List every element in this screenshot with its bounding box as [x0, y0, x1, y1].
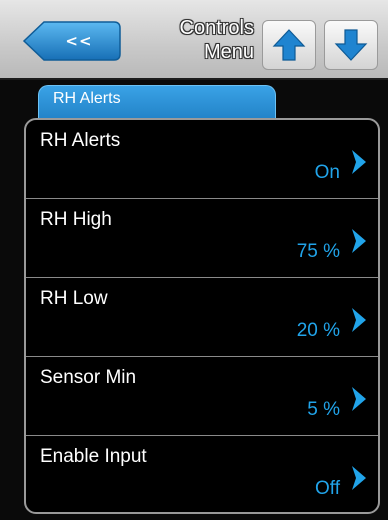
settings-list: RH Alerts On RH High 75 % RH Low 20 % Se…: [24, 118, 380, 514]
chevron-right-icon: [352, 150, 366, 174]
back-button-label: <<: [65, 32, 93, 50]
scroll-up-button[interactable]: [262, 20, 316, 70]
row-label: RH High: [40, 209, 112, 230]
title-line-2: Menu: [203, 41, 254, 63]
row-label: RH Alerts: [40, 130, 121, 151]
chevron-right-icon: [352, 229, 366, 253]
header-bar: << Controls Menu: [0, 0, 388, 80]
chevron-right-icon: [352, 387, 366, 411]
row-value: 20 %: [296, 320, 340, 341]
up-arrow-icon: [272, 29, 306, 61]
row-value: Off: [315, 478, 340, 499]
list-item-rh-alerts[interactable]: RH Alerts On: [26, 120, 378, 199]
row-value: On: [314, 162, 340, 183]
list-item-rh-low[interactable]: RH Low 20 %: [26, 278, 378, 357]
down-arrow-icon: [334, 29, 368, 61]
list-item-sensor-min[interactable]: Sensor Min 5 %: [26, 357, 378, 436]
tab-label: RH Alerts: [53, 90, 121, 107]
list-item-rh-high[interactable]: RH High 75 %: [26, 199, 378, 278]
row-value: 5 %: [307, 399, 340, 420]
scroll-down-button[interactable]: [324, 20, 378, 70]
chevron-right-icon: [352, 466, 366, 490]
back-button[interactable]: <<: [22, 20, 122, 62]
list-item-enable-input[interactable]: Enable Input Off: [26, 436, 378, 512]
row-label: RH Low: [40, 288, 108, 309]
row-label: Sensor Min: [40, 367, 137, 388]
row-value: 75 %: [296, 241, 340, 262]
chevron-right-icon: [352, 308, 366, 332]
controls-menu-screen: << Controls Menu RH Alerts RH Alerts On …: [0, 0, 388, 520]
row-label: Enable Input: [40, 446, 147, 467]
page-title: Controls Menu: [180, 16, 254, 64]
title-line-1: Controls: [179, 17, 254, 39]
